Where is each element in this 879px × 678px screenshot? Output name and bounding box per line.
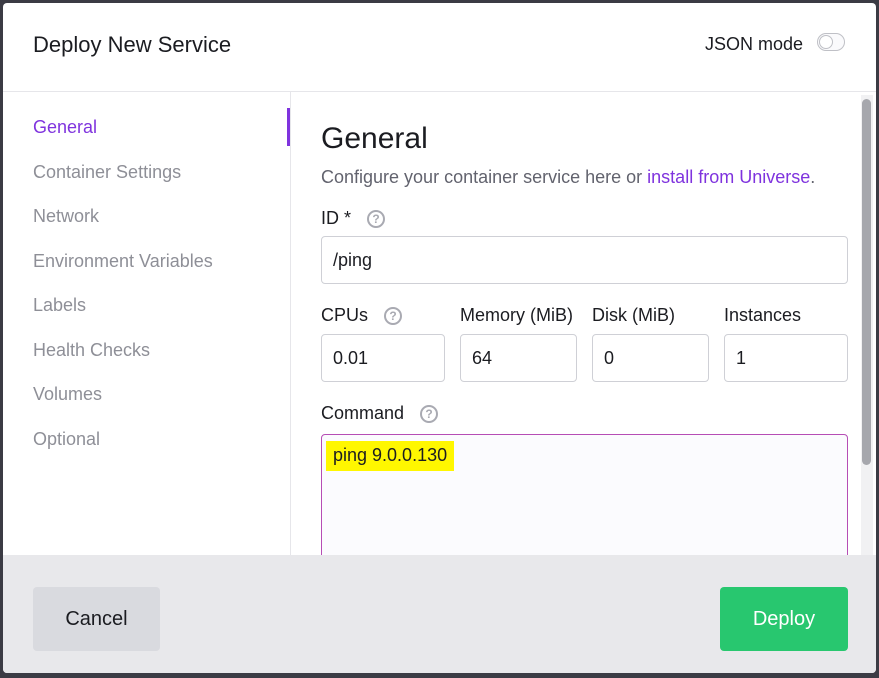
general-form: General Configure your container service…	[291, 92, 876, 555]
active-nav-indicator	[287, 108, 290, 146]
sidebar-item-network[interactable]: Network	[33, 206, 99, 227]
toggle-knob	[819, 35, 833, 49]
modal-header: Deploy New Service JSON mode	[3, 3, 876, 92]
deploy-button[interactable]: Deploy	[720, 587, 848, 651]
subtitle-suffix: .	[810, 167, 816, 187]
sidebar-item-general[interactable]: General	[33, 117, 97, 138]
question-circle-icon[interactable]: ?	[384, 307, 402, 325]
memory-label: Memory (MiB)	[460, 305, 573, 325]
modal-title: Deploy New Service	[33, 32, 232, 57]
install-from-universe-link[interactable]: install from Universe	[647, 167, 810, 187]
sidebar-item-health-checks[interactable]: Health Checks	[33, 340, 150, 361]
sidebar-item-environment-variables[interactable]: Environment Variables	[33, 251, 213, 272]
memory-input[interactable]: 64	[460, 334, 577, 382]
modal-footer: Cancel Deploy	[3, 555, 876, 673]
sidebar-item-container-settings[interactable]: Container Settings	[33, 162, 181, 183]
disk-label: Disk (MiB)	[592, 305, 675, 325]
sidebar-item-volumes[interactable]: Volumes	[33, 384, 102, 405]
section-subtitle: Configure your container service here or…	[321, 167, 815, 188]
command-label: Command	[321, 403, 405, 423]
section-title: General	[321, 122, 428, 155]
json-mode-toggle[interactable]	[817, 33, 845, 51]
instances-label: Instances	[724, 305, 802, 325]
subtitle-text: Configure your container service here or	[321, 167, 648, 187]
disk-input[interactable]: 0	[592, 334, 709, 382]
question-circle-icon[interactable]: ?	[420, 405, 438, 423]
instances-input[interactable]: 1	[724, 334, 848, 382]
scrollbar-thumb[interactable]	[862, 99, 871, 465]
content-scrollbar[interactable]	[861, 95, 873, 555]
command-textarea[interactable]: ping 9.0.0.130	[321, 434, 848, 555]
id-label: ID *	[321, 208, 352, 228]
command-text: ping 9.0.0.130	[326, 441, 455, 471]
id-input[interactable]: /ping	[321, 236, 848, 284]
deploy-modal: Deploy New Service JSON mode General Con…	[3, 3, 876, 673]
question-circle-icon[interactable]: ?	[367, 210, 385, 228]
json-mode-label: JSON mode	[705, 34, 804, 54]
cpus-input[interactable]: 0.01	[321, 334, 445, 382]
sidebar-nav: General Container Settings Network Envir…	[3, 92, 291, 555]
cancel-button[interactable]: Cancel	[33, 587, 160, 651]
sidebar-item-labels[interactable]: Labels	[33, 295, 86, 316]
cpus-label: CPUs	[321, 305, 369, 325]
sidebar-item-optional[interactable]: Optional	[33, 429, 100, 450]
